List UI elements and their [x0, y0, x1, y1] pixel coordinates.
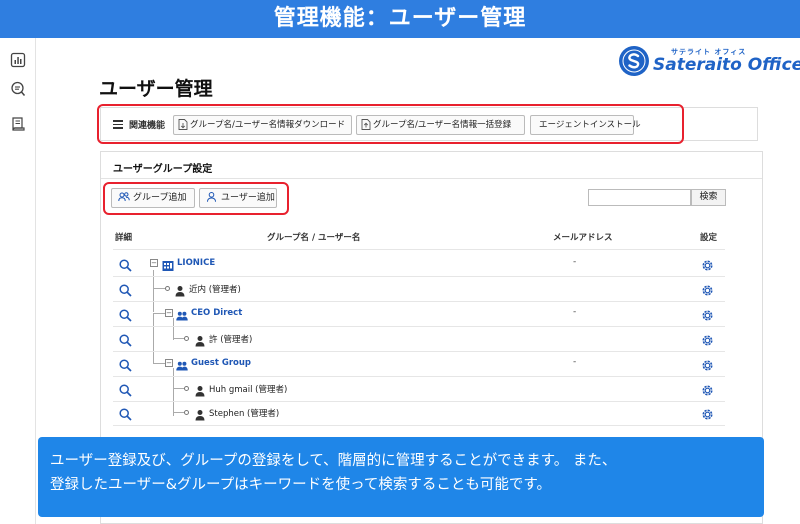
- collapse-toggle[interactable]: −: [150, 259, 158, 267]
- gear-icon[interactable]: [701, 382, 714, 396]
- add-buttons-highlight: [103, 182, 289, 215]
- logo-mark-icon: [619, 46, 649, 76]
- caption-box: ユーザー登録及び、グループの登録をして、階層的に管理することができます。 また、…: [38, 437, 764, 517]
- header-divider: [113, 249, 725, 250]
- table-row: Stephen (管理者): [101, 401, 762, 425]
- caption-line-1: ユーザー登録及び、グループの登録をして、階層的に管理することができます。 また、: [50, 453, 617, 469]
- magnifier-icon[interactable]: [119, 406, 132, 421]
- collapse-toggle[interactable]: −: [165, 309, 173, 317]
- row-divider: [113, 425, 725, 426]
- search-list-icon[interactable]: [10, 81, 26, 97]
- tree-node-dot: [184, 410, 189, 415]
- page-title: ユーザー管理: [99, 78, 213, 100]
- row-email: -: [573, 307, 577, 317]
- header-email: メールアドレス: [553, 233, 613, 243]
- panel-title: ユーザーグループ設定: [113, 164, 213, 175]
- row-name[interactable]: LIONICE: [177, 258, 215, 268]
- row-email: -: [573, 257, 577, 267]
- header-name: グループ名 / ユーザー名: [267, 233, 361, 243]
- gear-icon[interactable]: [701, 307, 714, 321]
- table-row: − CEO Direct -: [101, 302, 762, 326]
- page-banner: 管理機能：ユーザー管理: [0, 0, 800, 38]
- header-settings: 設定: [700, 233, 718, 243]
- document-icon[interactable]: [10, 116, 26, 132]
- logo-text: Sateraito Office: [653, 55, 800, 75]
- row-name[interactable]: 許 (管理者): [209, 333, 252, 345]
- chart-icon[interactable]: [10, 52, 26, 68]
- table-row: Huh gmail (管理者): [101, 377, 762, 401]
- caption-line-2: 登録したユーザー&グループはキーワードを使って検索することも可能です。: [50, 477, 551, 493]
- table-row: − LIONICE -: [101, 252, 762, 276]
- user-icon: [174, 282, 186, 297]
- collapse-toggle[interactable]: −: [165, 359, 173, 367]
- magnifier-icon[interactable]: [119, 332, 132, 347]
- search-input[interactable]: [588, 189, 691, 206]
- user-icon: [194, 382, 206, 397]
- magnifier-icon[interactable]: [119, 307, 132, 322]
- group-icon: [176, 307, 188, 321]
- panel-divider: [101, 178, 762, 179]
- user-icon: [194, 406, 206, 421]
- table-row: 許 (管理者): [101, 327, 762, 351]
- related-highlight: [97, 104, 684, 144]
- row-name[interactable]: Huh gmail (管理者): [209, 383, 287, 395]
- table-row: − Guest Group -: [101, 352, 762, 376]
- row-name[interactable]: 近内 (管理者): [189, 283, 241, 295]
- group-icon: [176, 357, 188, 371]
- search-button[interactable]: 検索: [691, 189, 726, 206]
- user-icon: [194, 332, 206, 347]
- tree-node-dot: [165, 286, 170, 291]
- gear-icon[interactable]: [701, 332, 714, 346]
- sateraito-logo: サテライト オフィス Sateraito Office: [619, 46, 800, 80]
- row-name[interactable]: Stephen (管理者): [209, 407, 279, 419]
- organization-icon: [162, 257, 174, 271]
- row-name[interactable]: Guest Group: [191, 358, 251, 368]
- magnifier-icon[interactable]: [119, 357, 132, 372]
- sidebar: [0, 38, 36, 524]
- header-detail: 詳細: [115, 233, 133, 243]
- magnifier-icon[interactable]: [119, 257, 132, 272]
- gear-icon[interactable]: [701, 357, 714, 371]
- magnifier-icon[interactable]: [119, 382, 132, 397]
- tree-node-dot: [184, 336, 189, 341]
- gear-icon[interactable]: [701, 257, 714, 271]
- tree-node-dot: [184, 386, 189, 391]
- row-name[interactable]: CEO Direct: [191, 308, 242, 318]
- row-email: -: [573, 357, 577, 367]
- magnifier-icon[interactable]: [119, 282, 132, 297]
- gear-icon[interactable]: [701, 406, 714, 420]
- gear-icon[interactable]: [701, 282, 714, 296]
- table-row: 近内 (管理者): [101, 277, 762, 301]
